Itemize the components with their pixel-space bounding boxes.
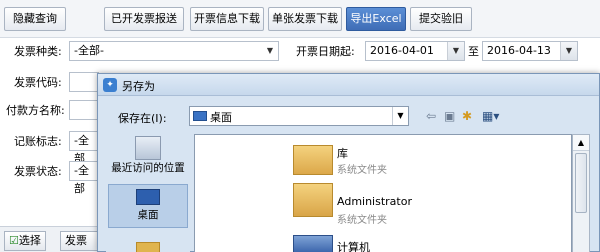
- invoice-type-label: 发票种类:: [14, 45, 62, 58]
- select-label: 选择: [18, 234, 41, 247]
- scrollbar-thumb[interactable]: [575, 153, 587, 213]
- toolbar: 隐藏查询 已开发票报送 开票信息下载 单张发票下载 导出Excel 提交验旧: [0, 0, 600, 38]
- chevron-down-icon: ▼: [392, 107, 408, 125]
- dialog-title-bar[interactable]: ✦ 另存为: [98, 74, 599, 96]
- invoice-type-select[interactable]: -全部- ▼: [69, 41, 279, 61]
- places-desktop-label: 桌面: [137, 209, 159, 221]
- desktop-icon: [136, 189, 160, 205]
- scroll-up-icon[interactable]: ▲: [573, 135, 589, 151]
- file-list-scrollbar[interactable]: ▲: [572, 134, 590, 252]
- export-excel-button[interactable]: 导出Excel: [346, 7, 406, 31]
- dialog-title: 另存为: [122, 80, 155, 93]
- checkbox-checked-icon: ☑: [9, 234, 19, 247]
- app-icon: ✦: [103, 78, 117, 92]
- folder-icon: [136, 242, 160, 252]
- invoice-code-input[interactable]: [69, 72, 99, 92]
- invoice-info-download-button[interactable]: 开票信息下载: [190, 7, 264, 31]
- places-desktop[interactable]: 桌面: [108, 184, 188, 228]
- view-menu-icon[interactable]: ▦▾: [482, 108, 499, 124]
- submit-verification-button[interactable]: 提交验旧: [410, 7, 472, 31]
- payer-name-label: 付款方名称:: [6, 104, 65, 117]
- save-in-label: 保存在(I):: [118, 112, 167, 125]
- date-from-picker[interactable]: 2016-04-01 ▼: [365, 41, 465, 61]
- new-folder-icon[interactable]: ✱: [462, 108, 472, 124]
- places-recent-label: 最近访问的位置: [111, 162, 185, 174]
- invoice-type-column-header[interactable]: 发票种: [60, 231, 100, 251]
- date-to-label: 至: [468, 45, 479, 58]
- file-type: 系统文件夹: [337, 165, 387, 176]
- back-icon[interactable]: ⇦: [426, 108, 436, 124]
- file-type: 系统文件夹: [337, 215, 387, 226]
- computer-icon: [293, 235, 333, 252]
- save-as-dialog: ✦ 另存为 保存在(I): 桌面 ▼ ⇦ ▣ ✱ ▦▾ 最近访问的位置 桌面 库…: [97, 73, 600, 252]
- user-folder-icon: [293, 183, 333, 217]
- invoice-status-label: 发票状态:: [14, 165, 62, 178]
- date-to-picker[interactable]: 2016-04-13 ▼: [482, 41, 578, 61]
- file-name[interactable]: Administrator: [337, 195, 412, 208]
- posting-flag-label: 记账标志:: [14, 135, 62, 148]
- calendar-dropdown-icon[interactable]: ▼: [560, 42, 577, 60]
- save-in-value: 桌面: [210, 111, 232, 124]
- invoice-type-value: -全部-: [74, 44, 104, 57]
- reported-invoices-submit-button[interactable]: 已开发票报送: [104, 7, 184, 31]
- posting-flag-select[interactable]: -全部: [69, 131, 99, 165]
- save-in-combo[interactable]: 桌面 ▼: [189, 106, 409, 126]
- file-list[interactable]: 库 系统文件夹 Administrator 系统文件夹 计算机: [194, 134, 572, 252]
- library-folder-icon: [293, 145, 333, 175]
- hide-query-button[interactable]: 隐藏查询: [4, 7, 66, 31]
- payer-name-input[interactable]: [69, 100, 99, 120]
- date-from-value: 2016-04-01: [370, 44, 434, 57]
- file-name[interactable]: 计算机: [337, 239, 370, 252]
- up-folder-icon[interactable]: ▣: [444, 108, 455, 124]
- desktop-icon: [193, 111, 207, 121]
- recent-places-icon: [135, 136, 161, 160]
- invoice-status-value: -全部: [74, 164, 89, 195]
- places-recent[interactable]: 最近访问的位置: [108, 136, 188, 188]
- single-invoice-download-button[interactable]: 单张发票下载: [268, 7, 342, 31]
- calendar-dropdown-icon[interactable]: ▼: [447, 42, 464, 60]
- places-bar: 最近访问的位置 桌面: [106, 134, 190, 252]
- invoice-code-label: 发票代码:: [14, 76, 62, 89]
- invoice-status-select[interactable]: -全部: [69, 161, 99, 195]
- invoice-date-label: 开票日期起:: [296, 45, 355, 58]
- places-libraries[interactable]: [108, 242, 188, 252]
- select-all-checkbox[interactable]: ☑选择: [4, 231, 46, 251]
- chevron-down-icon: ▼: [266, 46, 274, 55]
- date-to-value: 2016-04-13: [487, 44, 551, 57]
- file-name[interactable]: 库: [337, 145, 348, 161]
